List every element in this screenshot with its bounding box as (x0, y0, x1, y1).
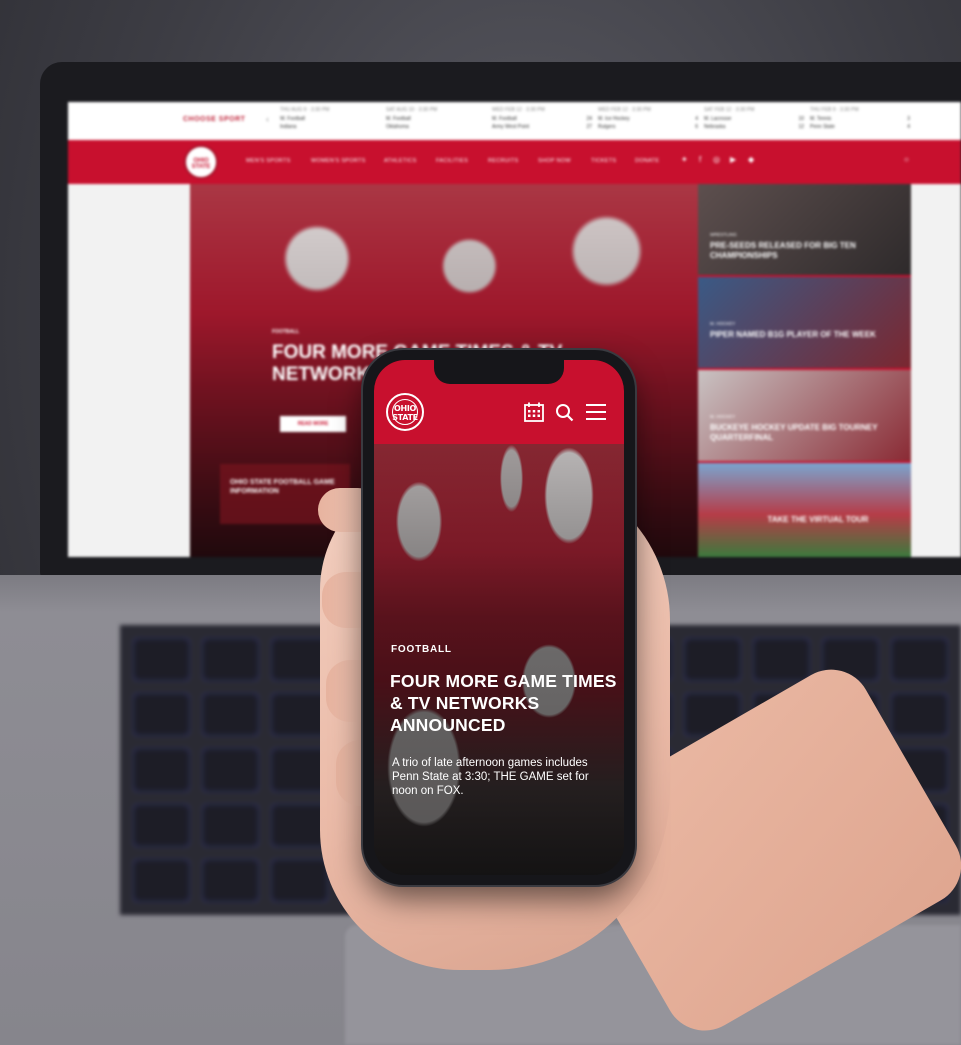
smartphone: OHIO STATE FOOTBALL FOUR MORE GAME TIMES… (363, 350, 635, 885)
game-date: SAT AUG 10 · 3:30 PM (386, 107, 438, 113)
score-1: 4 (695, 116, 698, 122)
side-story-kicker: M. HOCKEY (710, 414, 736, 419)
score-2: 6 (695, 124, 698, 130)
team-1: M. Football (386, 116, 411, 122)
hero-description: A trio of late afternoon games includes … (392, 757, 589, 797)
search-icon[interactable]: ○ (904, 155, 909, 164)
team-2: Indiana (280, 124, 297, 130)
bottom-story-title: OHIO STATE FOOTBALL GAME INFORMATION (230, 479, 335, 495)
score-card[interactable]: SAT FEB 12 · 3:30 PM M. Lacrosse 10 Nebra… (704, 107, 804, 132)
side-story-title: PRE-SEEDS RELEASED FOR BIG TEN CHAMPIONS… (710, 241, 856, 260)
score-card[interactable]: WED FEB 12 · 3:30 PM M. Football 24 Army … (492, 107, 592, 132)
nav-womens-sports[interactable]: WOMEN'S SPORTS (311, 158, 366, 164)
mobile-website: OHIO STATE FOOTBALL FOUR MORE GAME TIMES… (374, 360, 624, 875)
mobile-hero-story[interactable]: FOOTBALL FOUR MORE GAME TIMES & TV NETWO… (374, 444, 624, 875)
logo-text: OHIO STATE (191, 158, 211, 170)
nav-facilities[interactable]: FACILITIES (436, 158, 468, 164)
virtual-tour-card[interactable]: TAKE THE VIRTUAL TOUR (698, 463, 911, 557)
side-story-kicker: WRESTLING (710, 232, 737, 237)
score-2: 4 (907, 124, 910, 130)
choose-sport-dropdown[interactable]: CHOOSE SPORT (183, 116, 245, 123)
hero-title: FOUR MORE GAME TIMES & TV NETWORKS ANNOU… (390, 671, 617, 735)
game-date: THU AUG 9 · 3:30 PM (280, 107, 330, 113)
nav-shop-now[interactable]: SHOP NOW (538, 158, 571, 164)
score-card[interactable]: SAT AUG 10 · 3:30 PM M. Football Oklahom… (386, 107, 486, 132)
side-story-card[interactable]: M. HOCKEY PIPER NAMED B1G PLAYER OF THE … (698, 277, 911, 370)
team-1: M. Ice Hockey (598, 116, 630, 122)
scoreboard-bar: CHOOSE SPORT ‹ THU AUG 9 · 3:30 PM W. Fo… (68, 102, 961, 141)
youtube-icon[interactable]: ▶ (730, 155, 736, 164)
phone-notch (434, 360, 564, 384)
score-card[interactable]: WED FEB 12 · 3:30 PM M. Ice Hockey 4 Rutg… (598, 107, 698, 132)
team-1: M. Tennis (810, 116, 832, 122)
side-story-kicker: M. HOCKEY (710, 321, 736, 326)
team-1: W. Football (280, 116, 306, 122)
hero-kicker: FOOTBALL (272, 329, 300, 335)
ohio-state-logo[interactable]: OHIO STATE (386, 393, 424, 431)
virtual-tour-title: TAKE THE VIRTUAL TOUR (767, 515, 869, 524)
score-card[interactable]: THU FEB 9 · 3:30 PM M. Tennis 3 Penn Stat… (810, 107, 910, 132)
twitter-icon[interactable]: ✦ (681, 155, 688, 164)
team-2: Oklahoma (386, 124, 409, 130)
score-1: 24 (586, 116, 592, 122)
score-1: 3 (907, 116, 910, 122)
nav-recruits[interactable]: RECRUITS (488, 158, 519, 164)
score-2: 12 (798, 124, 804, 130)
desktop-main-nav: OHIO STATE MEN'S SPORTS WOMEN'S SPORTS A… (68, 140, 961, 184)
instagram-icon[interactable]: ◎ (713, 155, 720, 164)
game-date: SAT FEB 12 · 3:30 PM (704, 107, 755, 113)
team-1: M. Lacrosse (704, 116, 732, 122)
search-icon[interactable] (553, 402, 577, 422)
nav-mens-sports[interactable]: MEN'S SPORTS (246, 158, 291, 164)
nav-tickets[interactable]: TICKETS (591, 158, 616, 164)
nav-athletics[interactable]: ATHLETICS (384, 158, 417, 164)
snapchat-icon[interactable]: ◆ (748, 155, 754, 164)
menu-icon[interactable] (584, 402, 608, 422)
side-story-title: PIPER NAMED B1G PLAYER OF THE WEEK (710, 330, 876, 339)
game-date: THU FEB 9 · 3:30 PM (810, 107, 859, 113)
team-1: M. Football (492, 116, 517, 122)
side-story-card[interactable]: WRESTLING PRE-SEEDS RELEASED FOR BIG TEN… (698, 184, 911, 277)
ohio-state-logo[interactable]: OHIO STATE (184, 145, 218, 179)
nav-donate[interactable]: DONATE (635, 158, 659, 164)
team-2: Penn State (810, 124, 835, 130)
team-2: Rutgers (598, 124, 616, 130)
hero-kicker: FOOTBALL (391, 644, 452, 655)
read-more-button[interactable]: READ MORE (280, 416, 346, 432)
game-date: WED FEB 12 · 3:30 PM (492, 107, 545, 113)
score-1: 10 (798, 116, 804, 122)
team-2: Nebraska (704, 124, 726, 130)
hero-shade (374, 444, 624, 875)
logo-text: OHIO STATE (392, 404, 418, 422)
side-story-title: BUCKEYE HOCKEY UPDATE BIG TOURNEY QUARTE… (710, 423, 878, 442)
calendar-icon[interactable] (522, 402, 546, 422)
score-card[interactable]: THU AUG 9 · 3:30 PM W. Football Indiana (280, 107, 380, 132)
chevron-left-icon[interactable]: ‹ (266, 114, 269, 124)
facebook-icon[interactable]: f (699, 155, 701, 164)
score-2: 27 (586, 124, 592, 130)
game-date: WED FEB 12 · 3:30 PM (598, 107, 651, 113)
side-story-card[interactable]: M. HOCKEY BUCKEYE HOCKEY UPDATE BIG TOUR… (698, 370, 911, 463)
team-2: Army West Point (492, 124, 530, 130)
